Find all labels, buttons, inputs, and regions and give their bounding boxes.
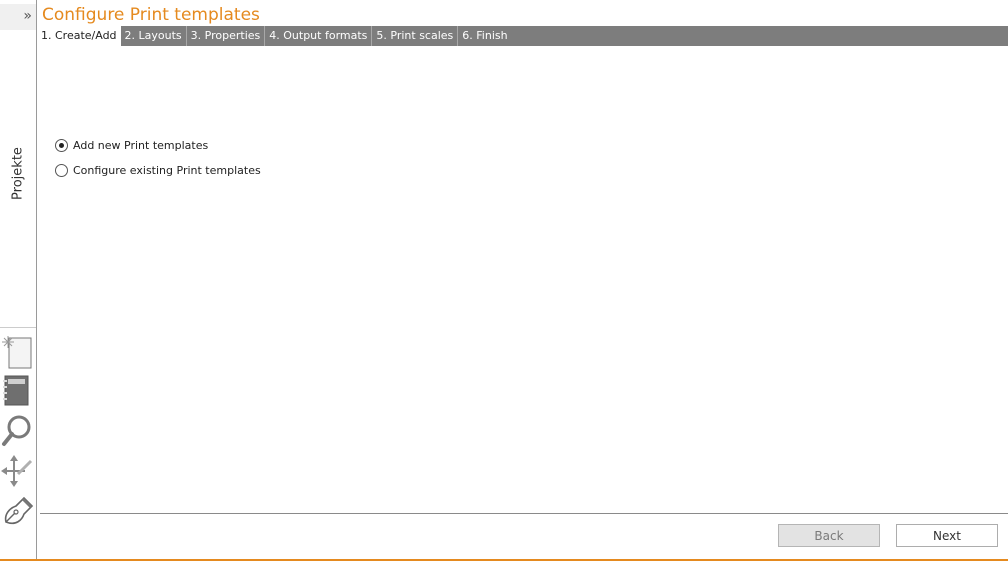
- new-document-icon: [2, 336, 32, 369]
- move-edit-tool[interactable]: [0, 452, 36, 490]
- next-button[interactable]: Next: [896, 524, 998, 547]
- projekte-tab[interactable]: Projekte: [4, 140, 32, 210]
- option-add-new[interactable]: Add new Print templates: [55, 136, 208, 154]
- left-sidebar: » Projekte: [0, 0, 37, 561]
- configure-existing-label: Configure existing Print templates: [73, 163, 261, 177]
- add-new-radio[interactable]: [55, 138, 68, 152]
- main-panel: Configure Print templates 1. Create/Add …: [37, 0, 1008, 561]
- pen-tool[interactable]: [0, 492, 36, 530]
- page-title: Configure Print templates: [42, 5, 260, 25]
- move-edit-icon: [1, 455, 33, 487]
- projekte-tab-label: Projekte: [10, 147, 26, 200]
- pen-nib-icon: [4, 496, 34, 525]
- option-configure-existing[interactable]: Configure existing Print templates: [55, 161, 261, 179]
- expand-sidebar-button[interactable]: »: [0, 4, 36, 30]
- tab-finish[interactable]: 6. Finish: [458, 26, 511, 46]
- search-tool[interactable]: [0, 412, 36, 450]
- wizard-window: » Projekte Configure Print templates 1. …: [0, 0, 1008, 561]
- wizard-steps-bar: 1. Create/Add 2. Layouts 3. Properties 4…: [37, 26, 1008, 46]
- tab-create-add[interactable]: 1. Create/Add: [37, 26, 121, 46]
- tab-layouts[interactable]: 2. Layouts: [121, 26, 187, 46]
- tab-properties[interactable]: 3. Properties: [187, 26, 266, 46]
- configure-existing-radio[interactable]: [55, 163, 68, 177]
- tab-print-scales[interactable]: 5. Print scales: [372, 26, 459, 46]
- new-document-tool[interactable]: [0, 332, 36, 370]
- footer-divider: [40, 513, 1008, 514]
- add-new-label: Add new Print templates: [73, 138, 209, 152]
- back-button[interactable]: Back: [778, 524, 880, 547]
- notebook-tool[interactable]: [0, 372, 36, 410]
- notebook-icon: [3, 375, 29, 406]
- tool-panel: [0, 327, 36, 533]
- magnifier-icon: [2, 415, 31, 446]
- tab-output-formats[interactable]: 4. Output formats: [265, 26, 373, 46]
